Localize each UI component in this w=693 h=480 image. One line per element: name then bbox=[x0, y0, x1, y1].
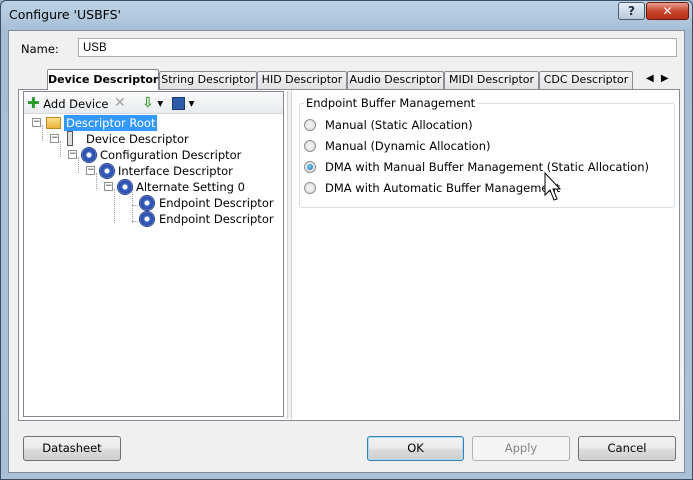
tab-strip: Device Descriptor String Descriptor HID … bbox=[47, 69, 687, 90]
tab-scroll-buttons: ◀ ▶ bbox=[646, 71, 674, 87]
green-plus-icon: ✚ bbox=[27, 94, 40, 112]
import-dropdown-icon[interactable]: ▾ bbox=[157, 96, 163, 110]
tab-cdc-descriptor[interactable]: CDC Descriptor bbox=[539, 71, 633, 89]
radio-button[interactable] bbox=[304, 119, 316, 131]
radio-label: Manual (Dynamic Allocation) bbox=[325, 139, 491, 153]
name-input[interactable] bbox=[78, 38, 677, 57]
device-descriptor-panel: ✚ Add Device ✕ ⇩ ▾ ▾ − Descriptor Root −… bbox=[18, 89, 680, 421]
tree-label-configuration: Configuration Descriptor bbox=[100, 148, 242, 162]
add-device-button[interactable]: ✚ Add Device bbox=[27, 95, 108, 111]
close-button[interactable]: ✕ bbox=[646, 2, 689, 20]
dialog-client: Name: Device Descriptor String Descripto… bbox=[8, 30, 685, 473]
collapse-configuration-icon[interactable]: − bbox=[68, 150, 77, 159]
gear-icon bbox=[118, 180, 132, 194]
floppy-disk-icon bbox=[172, 97, 185, 110]
collapse-root-icon[interactable]: − bbox=[32, 118, 41, 127]
delete-icon[interactable]: ✕ bbox=[114, 95, 126, 111]
gear-icon bbox=[140, 196, 154, 210]
gear-icon bbox=[100, 164, 114, 178]
pane-splitter[interactable] bbox=[287, 91, 292, 419]
tree-label-endpoint-1: Endpoint Descriptor bbox=[159, 196, 274, 210]
window-title: Configure 'USBFS' bbox=[9, 7, 121, 22]
tree-toolbar: ✚ Add Device ✕ ⇩ ▾ ▾ bbox=[24, 92, 283, 114]
collapse-device-icon[interactable]: − bbox=[50, 134, 59, 143]
mouse-cursor-icon bbox=[544, 172, 562, 201]
descriptor-tree: − Descriptor Root − Device Descriptor − … bbox=[24, 115, 283, 415]
radio-button-checked[interactable] bbox=[304, 161, 316, 173]
import-button[interactable]: ⇩ ▾ bbox=[142, 95, 163, 111]
radio-button[interactable] bbox=[304, 140, 316, 152]
tree-label-root: Descriptor Root bbox=[64, 115, 158, 131]
tree-label-interface: Interface Descriptor bbox=[118, 164, 233, 178]
endpoint-buffer-group: Endpoint Buffer Management Manual (Stati… bbox=[299, 96, 675, 208]
folder-icon bbox=[46, 117, 61, 129]
apply-button[interactable]: Apply bbox=[472, 436, 570, 461]
down-arrow-icon: ⇩ bbox=[142, 95, 154, 111]
endpoint-buffer-title: Endpoint Buffer Management bbox=[304, 96, 478, 110]
tree-label-endpoint-2: Endpoint Descriptor bbox=[159, 212, 274, 226]
tab-scroll-right-icon[interactable]: ▶ bbox=[661, 73, 669, 84]
usb-plug-icon bbox=[67, 131, 73, 146]
radio-label: DMA with Automatic Buffer Management bbox=[325, 181, 561, 195]
tab-scroll-left-icon[interactable]: ◀ bbox=[646, 73, 654, 84]
radio-label: Manual (Static Allocation) bbox=[325, 118, 473, 132]
tab-hid-descriptor[interactable]: HID Descriptor bbox=[257, 71, 347, 89]
gear-icon bbox=[82, 148, 96, 162]
tab-midi-descriptor[interactable]: MIDI Descriptor bbox=[444, 71, 539, 89]
gear-icon bbox=[140, 212, 154, 226]
save-dropdown-icon[interactable]: ▾ bbox=[189, 96, 195, 110]
descriptor-properties-pane: Endpoint Buffer Management Manual (Stati… bbox=[295, 91, 677, 419]
radio-label: DMA with Manual Buffer Management (Stati… bbox=[325, 160, 649, 174]
tab-audio-descriptor[interactable]: Audio Descriptor bbox=[347, 71, 444, 89]
help-button[interactable]: ? bbox=[618, 2, 645, 20]
datasheet-button[interactable]: Datasheet bbox=[23, 436, 121, 461]
radio-button[interactable] bbox=[304, 182, 316, 194]
ok-button[interactable]: OK bbox=[367, 436, 464, 461]
tab-string-descriptor[interactable]: String Descriptor bbox=[159, 71, 257, 89]
title-bar: Configure 'USBFS' ? ✕ bbox=[1, 1, 692, 29]
configure-dialog: Configure 'USBFS' ? ✕ Name: Device Descr… bbox=[0, 0, 693, 480]
cancel-button[interactable]: Cancel bbox=[578, 436, 676, 461]
tree-label-device: Device Descriptor bbox=[86, 132, 189, 146]
tree-label-alternate: Alternate Setting 0 bbox=[136, 180, 245, 194]
collapse-alternate-icon[interactable]: − bbox=[104, 182, 113, 191]
name-label: Name: bbox=[21, 42, 59, 56]
collapse-interface-icon[interactable]: − bbox=[86, 166, 95, 175]
descriptor-tree-pane: ✚ Add Device ✕ ⇩ ▾ ▾ − Descriptor Root −… bbox=[23, 91, 284, 417]
add-device-label: Add Device bbox=[43, 97, 109, 111]
save-button[interactable]: ▾ bbox=[172, 95, 194, 111]
tab-device-descriptor[interactable]: Device Descriptor bbox=[47, 69, 159, 90]
